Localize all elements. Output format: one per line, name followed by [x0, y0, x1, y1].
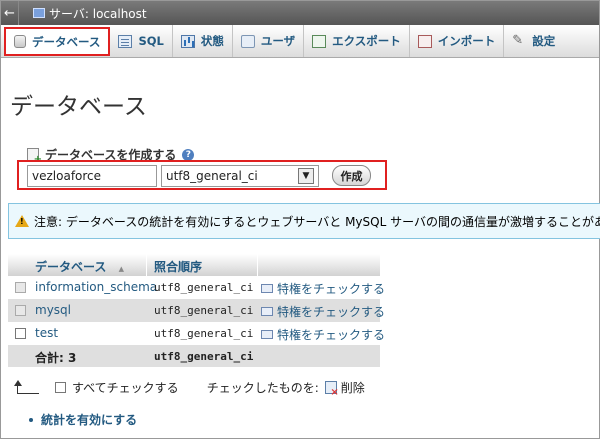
bulk-actions: すべてチェックする チェックしたものを: 削除 [14, 379, 365, 398]
row-collation: utf8_general_ci [154, 304, 254, 317]
enable-statistics-label: 統計を有効にする [41, 413, 138, 427]
check-all-label[interactable]: すべてチェックする [72, 379, 179, 396]
server-icon [33, 8, 45, 18]
privileges-icon [261, 284, 273, 293]
main-tabs: データベース SQL 状態 ユーザ エクスポート インポート ✎ 設定 [1, 25, 599, 58]
check-privileges-link[interactable]: 特権をチェックする [261, 326, 385, 343]
default-collation: utf8_general_ci [154, 350, 254, 363]
arrow-up-icon [14, 379, 39, 394]
tab-label: 設定 [532, 34, 556, 48]
tab-label: ユーザ [260, 34, 296, 48]
row-collation: utf8_general_ci [154, 327, 254, 340]
database-name-input[interactable]: vezloaforce [27, 165, 157, 187]
tab-settings[interactable]: ✎ 設定 [504, 25, 563, 57]
table-row: test utf8_general_ci 特権をチェックする [8, 322, 385, 345]
tab-users[interactable]: ユーザ [233, 25, 305, 57]
sort-asc-icon: ▲ [118, 265, 124, 273]
column-divider [146, 254, 147, 277]
tab-status[interactable]: 状態 [173, 25, 233, 57]
table-row: information_schema utf8_general_ci 特権をチェ… [8, 276, 385, 299]
check-privileges-label: 特権をチェックする [277, 328, 386, 342]
row-checkbox [15, 305, 26, 316]
with-selected-label: チェックしたものを: [206, 381, 319, 395]
privileges-icon [261, 307, 273, 316]
table-header: データベース ▲ 照合順序 [8, 254, 380, 277]
create-button[interactable]: 作成 [332, 165, 371, 186]
check-privileges-label: 特権をチェックする [277, 305, 386, 319]
database-icon [14, 35, 26, 48]
server-title[interactable]: サーバ: localhost [49, 5, 147, 22]
database-link[interactable]: test [35, 326, 58, 340]
tab-label: データベース [32, 34, 101, 49]
tab-export[interactable]: エクスポート [304, 25, 410, 57]
delete-icon[interactable] [324, 381, 339, 398]
table-footer-row: 合計: 3 utf8_general_ci [8, 345, 380, 367]
status-icon [180, 34, 195, 48]
chevron-down-icon[interactable]: ▼ [298, 168, 314, 184]
check-privileges-link[interactable]: 特権をチェックする [261, 303, 385, 320]
table-row: mysql utf8_general_ci 特権をチェックする [8, 299, 385, 322]
privileges-icon [261, 330, 273, 339]
row-checkbox[interactable] [15, 328, 26, 339]
bullet-icon [29, 417, 33, 422]
check-privileges-link[interactable]: 特権をチェックする [261, 280, 385, 297]
warning-icon [15, 215, 29, 227]
tab-label: SQL [138, 34, 164, 48]
import-icon [417, 34, 432, 48]
notice-banner: 注意: データベースの統計を有効にするとウェブサーバと MySQL サーバの間の… [8, 203, 600, 239]
help-icon[interactable]: ? [182, 148, 195, 161]
users-icon [240, 34, 255, 48]
collation-selected-value: utf8_general_ci [166, 169, 258, 183]
collation-select[interactable]: utf8_general_ci ▼ [161, 165, 319, 187]
total-count: 合計: 3 [35, 351, 77, 365]
tab-label: インポート [437, 34, 496, 48]
back-arrow-icon[interactable]: ← [1, 1, 19, 25]
header-database-label: データベース [35, 260, 107, 274]
enable-statistics-link[interactable]: 統計を有効にする [29, 411, 137, 428]
notice-text: 注意: データベースの統計を有効にするとウェブサーバと MySQL サーバの間の… [34, 214, 600, 229]
check-privileges-label: 特権をチェックする [277, 282, 386, 296]
tab-label: エクスポート [332, 34, 401, 48]
delete-label[interactable]: 削除 [341, 379, 365, 396]
export-icon [312, 34, 327, 48]
tab-import[interactable]: インポート [410, 25, 505, 57]
sql-icon [118, 34, 133, 48]
database-link[interactable]: information_schema [35, 280, 157, 294]
tab-sql[interactable]: SQL [110, 25, 173, 57]
check-all-checkbox[interactable] [55, 382, 66, 393]
tab-databases[interactable]: データベース [4, 27, 111, 56]
row-checkbox [15, 282, 26, 293]
header-database[interactable]: データベース ▲ [35, 258, 124, 275]
server-bar: ← サーバ: localhost [1, 1, 599, 25]
tab-label: 状態 [200, 34, 224, 48]
row-collation: utf8_general_ci [154, 281, 254, 294]
settings-icon: ✎ [512, 32, 524, 48]
page-title: データベース [10, 94, 147, 120]
header-collation[interactable]: 照合順序 [154, 258, 202, 275]
database-link[interactable]: mysql [35, 303, 71, 317]
column-divider [257, 254, 258, 277]
